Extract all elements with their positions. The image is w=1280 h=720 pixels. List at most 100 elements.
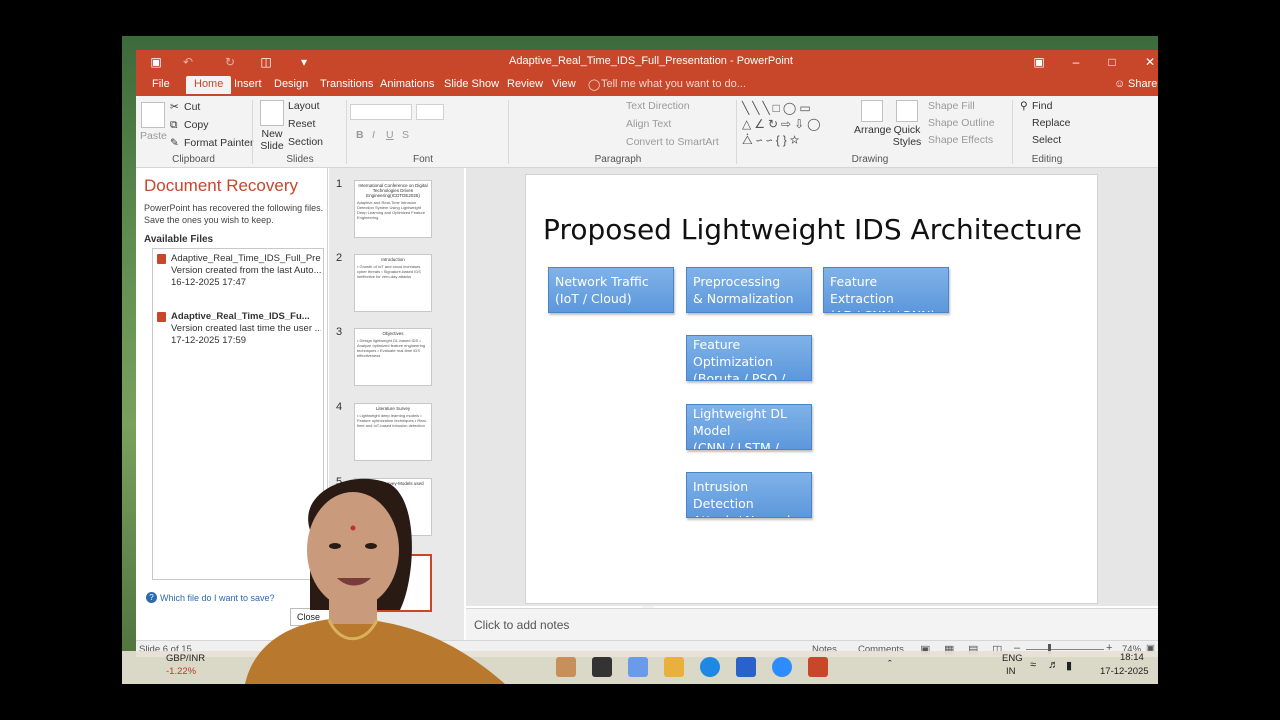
new-slide-button[interactable]: New Slide (258, 100, 286, 152)
tab-insert[interactable]: Insert (234, 78, 262, 90)
thumbnail-number: 2 (336, 252, 343, 264)
tab-review[interactable]: Review (507, 78, 543, 90)
chevron-up-icon[interactable]: ˆ (888, 659, 892, 671)
slide-thumbnail[interactable]: Literature Survey • Lightweight deep lea… (354, 403, 432, 461)
copy-button[interactable]: Copy (184, 119, 209, 131)
underline-icon[interactable]: U (386, 129, 394, 141)
app-icon[interactable] (556, 657, 576, 677)
battery-icon[interactable]: ▮ (1066, 659, 1072, 672)
shape-fill-button[interactable]: Shape Fill (928, 100, 975, 112)
store-icon[interactable] (736, 657, 756, 677)
box-text: Feature Extraction (AE / CNN / RNN) (830, 274, 935, 312)
smartart-button[interactable]: Convert to SmartArt (626, 136, 719, 148)
flow-box-preprocessing[interactable]: Preprocessing & Normalization (686, 267, 812, 313)
tab-view[interactable]: View (552, 78, 576, 90)
slide-title[interactable]: Proposed Lightweight IDS Architecture (526, 213, 1099, 246)
shapes-gallery[interactable]: ╲╲╲□◯▭ △∠↻⇨⇩◯ ⧊∽∽{}☆ (742, 100, 846, 148)
current-slide[interactable]: Proposed Lightweight IDS Architecture Ne… (525, 174, 1098, 604)
title-bar: ▣ ↶ ↻ ◫ ▾ Adaptive_Real_Time_IDS_Full_Pr… (136, 50, 1158, 74)
ribbon-display-icon[interactable]: ▣ (1031, 54, 1047, 70)
wifi-icon[interactable]: ≈ (1030, 659, 1036, 671)
cut-button[interactable]: Cut (184, 101, 200, 113)
paste-icon (141, 102, 165, 128)
flow-box-feature-optimization[interactable]: Feature Optimization (Boruta / PSO / GA) (686, 335, 812, 381)
font-name-select[interactable] (350, 104, 412, 120)
clipboard-group-label: Clipboard (172, 154, 215, 165)
language-indicator[interactable]: ENG (1002, 653, 1023, 664)
share-icon[interactable]: ☺ (1114, 78, 1125, 90)
app-icon[interactable] (628, 657, 648, 677)
recovery-file-item[interactable]: Adaptive_Real_Time_IDS_Full_Pres... Vers… (157, 253, 321, 289)
slides-group-label: Slides (286, 154, 314, 165)
close-icon[interactable]: ✕ (1142, 54, 1158, 70)
flow-box-dl-model[interactable]: Lightweight DL Model (CNN / LSTM / DNN) (686, 404, 812, 450)
recovery-file-item[interactable]: Adaptive_Real_Time_IDS_Fu... Version cre… (157, 311, 321, 347)
maximize-icon[interactable]: □ (1104, 54, 1120, 70)
notes-pane[interactable]: Click to add notes (466, 608, 1158, 640)
share-button[interactable]: Share (1128, 78, 1157, 90)
text-direction-button[interactable]: Text Direction (626, 100, 690, 112)
currency-pair[interactable]: GBP/INR (166, 653, 205, 664)
paste-label: Paste (140, 130, 167, 142)
tab-home[interactable]: Home (186, 76, 232, 94)
zoom-slider[interactable] (1026, 649, 1104, 650)
flow-box-network-traffic[interactable]: Network Traffic (IoT / Cloud) (548, 267, 674, 313)
ribbon-tabs: File Home Insert Design Transitions Anim… (136, 74, 1158, 96)
file-date: 17-12-2025 17:59 (171, 335, 247, 346)
shape-outline-button[interactable]: Shape Outline (928, 117, 995, 129)
slide-thumbnail[interactable]: Introduction • Growth of IoT and cloud i… (354, 254, 432, 312)
quick-styles-button[interactable]: Quick Styles (892, 100, 922, 148)
tab-animations[interactable]: Animations (380, 78, 434, 90)
window-title: Adaptive_Real_Time_IDS_Full_Presentation… (509, 55, 793, 67)
arrange-button[interactable]: Arrange (854, 100, 891, 136)
copy-icon: ⧉ (170, 119, 178, 131)
flow-box-intrusion-detection[interactable]: Intrusion Detection Attack / Normal (686, 472, 812, 518)
flow-box-feature-extraction[interactable]: Feature Extraction (AE / CNN / RNN) (823, 267, 949, 313)
tab-transitions[interactable]: Transitions (320, 78, 373, 90)
group-separator (346, 100, 347, 164)
file-date: 16-12-2025 17:47 (171, 277, 247, 288)
thumbnail-body: • Growth of IoT and cloud increases cybe… (357, 264, 421, 279)
powerpoint-file-icon (157, 312, 166, 322)
thumbnail-title: International Conference on Digital Tech… (358, 183, 428, 198)
app-icon[interactable] (592, 657, 612, 677)
tab-design[interactable]: Design (274, 78, 308, 90)
tab-file[interactable]: File (152, 78, 170, 90)
box-text: Network Traffic (IoT / Cloud) (555, 274, 649, 306)
slide-thumbnail[interactable]: Objectives • Design lightweight DL-based… (354, 328, 432, 386)
clock-date[interactable]: 17-12-2025 (1100, 666, 1149, 677)
slide-thumbnail[interactable]: International Conference on Digital Tech… (354, 180, 432, 238)
group-separator (736, 100, 737, 164)
tell-me-input[interactable]: Tell me what you want to do... (601, 78, 746, 90)
quick-styles-icon (896, 100, 918, 122)
clock-time[interactable]: 18:14 (1120, 652, 1144, 663)
reset-button[interactable]: Reset (288, 118, 315, 130)
select-button[interactable]: Select (1032, 134, 1061, 146)
layout-button[interactable]: Layout (288, 100, 320, 112)
region-indicator[interactable]: IN (1006, 666, 1016, 677)
zoom-app-icon[interactable] (772, 657, 792, 677)
replace-button[interactable]: Replace (1032, 117, 1071, 129)
paragraph-group-label: Paragraph (594, 154, 642, 165)
paste-button[interactable]: Paste (140, 102, 167, 142)
bold-icon[interactable]: B (356, 129, 364, 141)
powerpoint-app-icon[interactable] (808, 657, 828, 677)
italic-icon[interactable]: I (372, 129, 375, 141)
align-text-button[interactable]: Align Text (626, 118, 671, 130)
section-button[interactable]: Section (288, 136, 323, 148)
font-size-select[interactable] (416, 104, 444, 120)
minimize-icon[interactable]: – (1068, 54, 1084, 70)
file-description: Version created last time the user ... (171, 323, 321, 334)
new-slide-label: New Slide (260, 128, 284, 152)
format-painter-button[interactable]: Format Painter (184, 137, 253, 149)
find-button[interactable]: Find (1032, 100, 1052, 112)
thumbnail-body: • Design lightweight DL-based IDS • Anal… (357, 338, 426, 358)
file-explorer-icon[interactable] (664, 657, 684, 677)
edge-icon[interactable] (700, 657, 720, 677)
tab-slide-show[interactable]: Slide Show (444, 78, 499, 90)
thumbnail-number: 1 (336, 178, 343, 190)
shadow-icon[interactable]: S (402, 129, 409, 141)
file-description: Version created from the last Auto... (171, 265, 321, 276)
volume-icon[interactable]: ♬ (1048, 659, 1059, 671)
shape-effects-button[interactable]: Shape Effects (928, 134, 993, 146)
